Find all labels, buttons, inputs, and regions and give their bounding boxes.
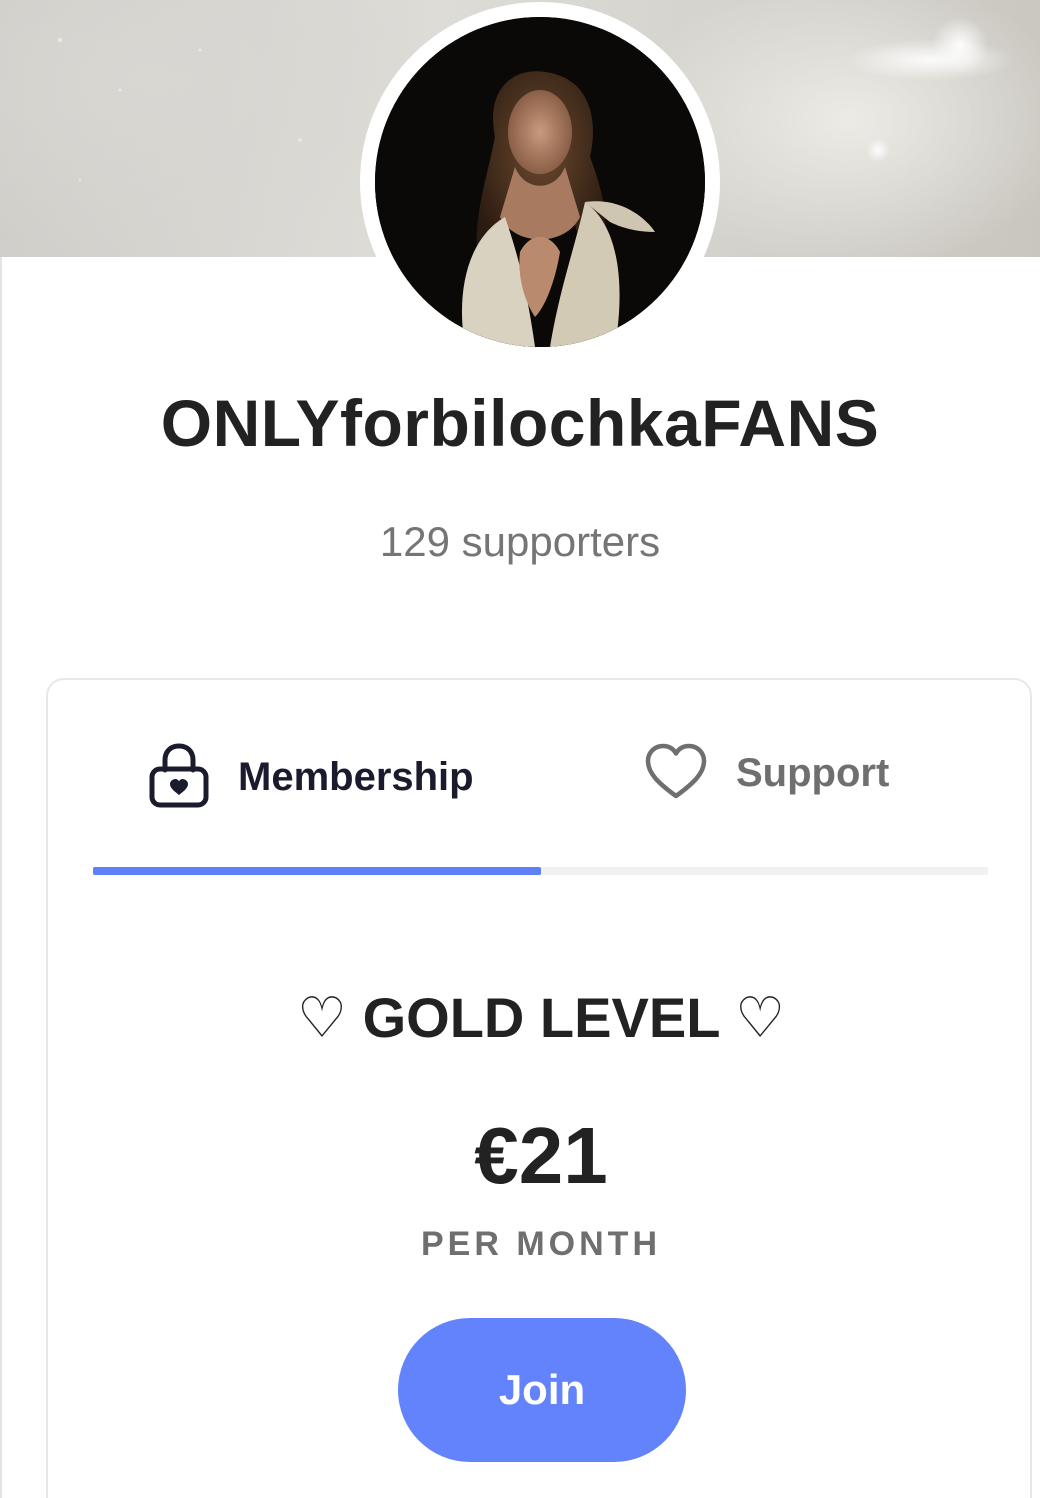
creator-page: ONLYforbilochkaFANS 129 supporters Membe… [0,0,1040,1498]
tier-period: PER MONTH [421,1225,661,1263]
avatar-photo [375,17,705,347]
join-button[interactable]: Join [398,1318,686,1462]
heart-outline-icon [644,742,708,805]
tab-membership[interactable]: Membership [148,742,474,813]
creator-name: ONLYforbilochkaFANS [160,386,880,460]
tier-price: €21 [474,1111,608,1200]
lock-heart-icon [148,742,210,813]
tab-support-label: Support [736,751,890,795]
tab-support[interactable]: Support [644,742,889,805]
tab-membership-label: Membership [238,755,474,799]
supporter-count: 129 supporters [379,518,661,565]
membership-card: Membership Support ♡ GOLD LEVEL ♡ €21 PE… [46,678,1032,1498]
avatar[interactable] [375,17,705,347]
tab-active-indicator [93,867,541,875]
tab-progress-track [93,867,988,875]
tier-name: ♡ GOLD LEVEL ♡ [296,986,786,1049]
